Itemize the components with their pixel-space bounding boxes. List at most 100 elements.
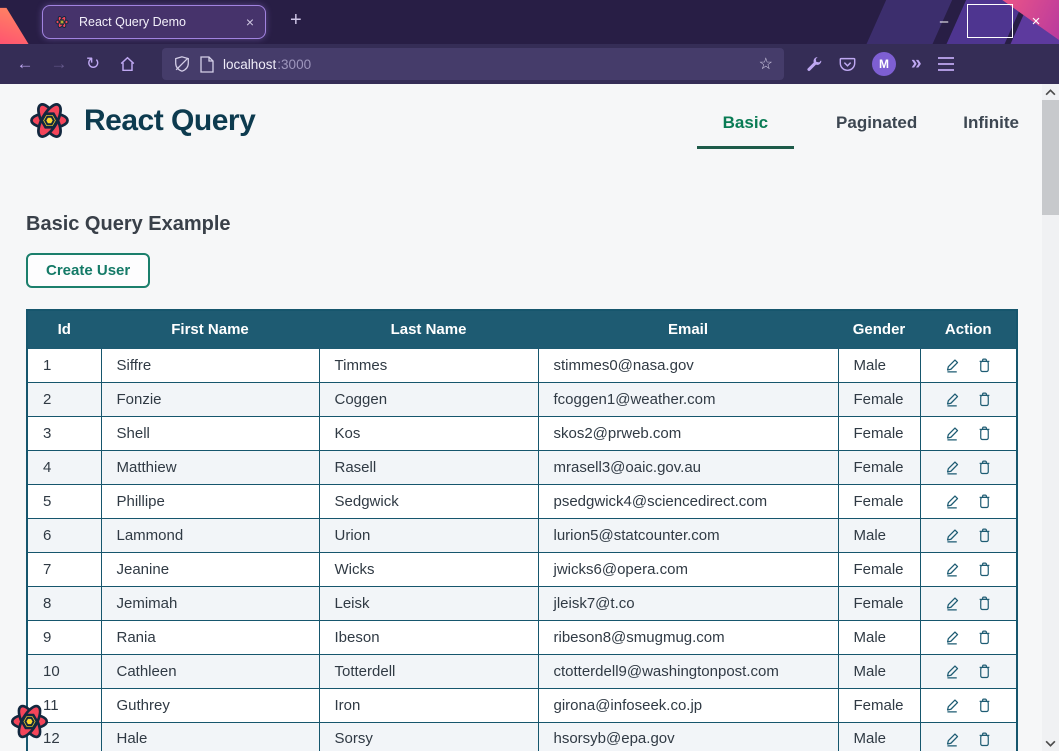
edit-user-button[interactable] [944, 459, 961, 476]
cell-id: 10 [27, 654, 101, 688]
cell-email: ctotterdell9@washingtonpost.com [538, 654, 838, 688]
page-info-icon[interactable] [200, 56, 214, 73]
home-button[interactable] [110, 49, 144, 79]
new-tab-button[interactable]: + [290, 9, 302, 32]
developer-wrench-icon[interactable] [806, 56, 823, 73]
cell-id: 5 [27, 484, 101, 518]
delete-user-button[interactable] [977, 663, 992, 680]
edit-user-button[interactable] [944, 663, 961, 680]
overflow-chevron-icon[interactable]: » [911, 53, 922, 75]
toolbar-extensions: M » [806, 52, 955, 76]
delete-user-button[interactable] [977, 561, 992, 578]
cell-gender: Female [838, 586, 920, 620]
cell-email: mrasell3@oaic.gov.au [538, 450, 838, 484]
tab-infinite[interactable]: Infinite [959, 113, 1023, 149]
delete-user-button[interactable] [977, 425, 992, 442]
cell-last-name: Iron [319, 688, 538, 722]
edit-user-button[interactable] [944, 493, 961, 510]
url-bar[interactable]: localhost :3000 ☆ [162, 48, 784, 80]
delete-user-button[interactable] [977, 731, 992, 748]
cell-last-name: Ibeson [319, 620, 538, 654]
tab-paginated[interactable]: Paginated [832, 113, 921, 149]
cell-actions [920, 586, 1017, 620]
header-gender: Gender [838, 310, 920, 348]
cell-gender: Female [838, 382, 920, 416]
delete-user-button[interactable] [977, 391, 992, 408]
edit-user-button[interactable] [944, 595, 961, 612]
tab-close-icon[interactable]: × [246, 15, 254, 29]
cell-first-name: Siffre [101, 348, 319, 382]
delete-user-button[interactable] [977, 527, 992, 544]
tab-basic[interactable]: Basic [697, 113, 794, 149]
table-header-row: Id First Name Last Name Email Gender Act… [27, 310, 1017, 348]
cell-last-name: Urion [319, 518, 538, 552]
cell-last-name: Sedgwick [319, 484, 538, 518]
delete-user-button[interactable] [977, 459, 992, 476]
maximize-button[interactable] [967, 4, 1013, 38]
close-button[interactable]: × [1013, 4, 1059, 38]
url-host: localhost [223, 57, 276, 72]
edit-user-button[interactable] [944, 697, 961, 714]
edit-user-button[interactable] [944, 629, 961, 646]
cell-email: skos2@prweb.com [538, 416, 838, 450]
page-scrollbar[interactable] [1042, 84, 1059, 751]
window-controls: – × [921, 4, 1059, 38]
header-last-name: Last Name [319, 310, 538, 348]
delete-user-button[interactable] [977, 595, 992, 612]
tracking-protection-icon[interactable] [173, 55, 191, 73]
table-row: 5PhillipeSedgwickpsedgwick4@sciencedirec… [27, 484, 1017, 518]
edit-user-button[interactable] [944, 731, 961, 748]
scroll-down-icon[interactable] [1045, 740, 1056, 747]
cell-first-name: Jeanine [101, 552, 319, 586]
home-icon [118, 55, 137, 73]
delete-user-button[interactable] [977, 357, 992, 374]
react-query-favicon-icon [54, 14, 70, 30]
delete-user-button[interactable] [977, 629, 992, 646]
bookmark-star-icon[interactable]: ☆ [759, 54, 773, 74]
url-port: :3000 [277, 57, 311, 72]
react-query-devtools-toggle[interactable] [7, 699, 52, 744]
cell-first-name: Guthrey [101, 688, 319, 722]
cell-last-name: Wicks [319, 552, 538, 586]
create-user-button[interactable]: Create User [26, 253, 150, 288]
table-row: 11GuthreyIrongirona@infoseek.co.jpFemale [27, 688, 1017, 722]
cell-first-name: Hale [101, 722, 319, 751]
cell-first-name: Cathleen [101, 654, 319, 688]
cell-actions [920, 348, 1017, 382]
edit-user-button[interactable] [944, 527, 961, 544]
minimize-button[interactable]: – [921, 4, 967, 38]
table-body: 1SiffreTimmesstimmes0@nasa.govMale2Fonzi… [27, 348, 1017, 751]
cell-actions [920, 518, 1017, 552]
cell-id: 7 [27, 552, 101, 586]
browser-tab[interactable]: React Query Demo × [42, 5, 266, 39]
cell-email: ribeson8@smugmug.com [538, 620, 838, 654]
cell-first-name: Lammond [101, 518, 319, 552]
cell-last-name: Rasell [319, 450, 538, 484]
cell-actions [920, 654, 1017, 688]
delete-user-button[interactable] [977, 697, 992, 714]
react-query-logo-icon [26, 97, 73, 144]
table-row: 12HaleSorsyhsorsyb@epa.govMale [27, 722, 1017, 751]
cell-gender: Female [838, 416, 920, 450]
menu-hamburger-icon[interactable] [937, 57, 955, 71]
cell-actions [920, 552, 1017, 586]
table-row: 2FonzieCoggenfcoggen1@weather.comFemale [27, 382, 1017, 416]
cell-id: 3 [27, 416, 101, 450]
scroll-up-icon[interactable] [1045, 89, 1056, 96]
edit-user-button[interactable] [944, 425, 961, 442]
table-row: 1SiffreTimmesstimmes0@nasa.govMale [27, 348, 1017, 382]
cell-gender: Female [838, 484, 920, 518]
cell-first-name: Rania [101, 620, 319, 654]
back-button[interactable]: ← [8, 49, 42, 79]
edit-user-button[interactable] [944, 357, 961, 374]
delete-user-button[interactable] [977, 493, 992, 510]
cell-email: lurion5@statcounter.com [538, 518, 838, 552]
scrollbar-thumb[interactable] [1042, 100, 1059, 215]
reload-button[interactable]: ↻ [76, 49, 110, 79]
pocket-icon[interactable] [838, 55, 857, 73]
forward-button[interactable]: → [42, 49, 76, 79]
cell-actions [920, 688, 1017, 722]
account-avatar[interactable]: M [872, 52, 896, 76]
edit-user-button[interactable] [944, 561, 961, 578]
edit-user-button[interactable] [944, 391, 961, 408]
